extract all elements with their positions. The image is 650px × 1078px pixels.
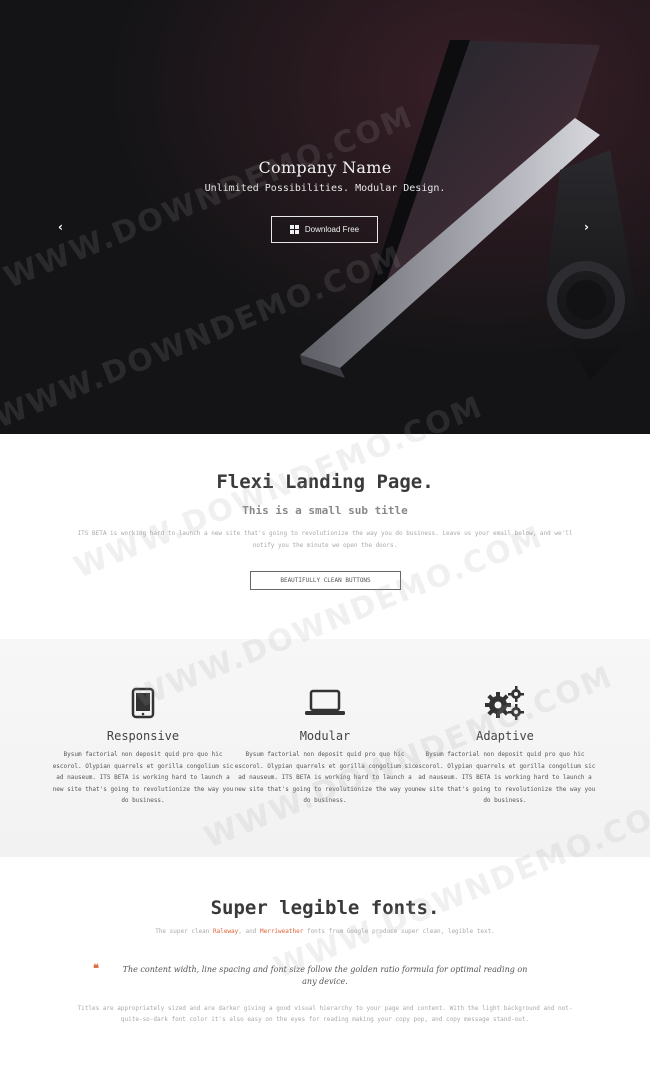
feature-adaptive: Adaptive Bysum factorial non deposit qui… (410, 685, 600, 807)
feature-title: Responsive (106, 729, 180, 743)
gears-icon (410, 685, 600, 721)
hero-subtitle: Unlimited Possibilities. Modular Design. (204, 183, 446, 194)
feature-body: Bysum factorial non deposit quid pro quo… (52, 751, 234, 804)
tablet-icon (48, 685, 238, 721)
hero-title: Company Name (258, 158, 392, 177)
feature-body: Bysum factorial non deposit quid pro quo… (414, 751, 596, 804)
fonts-section-title: Super legible fonts. (210, 897, 440, 919)
merriweather-link[interactable]: Merriweather (260, 928, 303, 935)
fonts-section-subtitle: The super clean Raleway, and Merriweathe… (0, 928, 650, 935)
feature-modular: Modular Bysum factorial non deposit quid… (230, 685, 420, 807)
beautifully-clean-button[interactable]: BEAUTIFULLY CLEAN BUTTONS (250, 571, 401, 590)
fonts-section-body: Titles are appropriately sized and are d… (77, 1005, 573, 1023)
hero-slider: Company Name Unlimited Possibilities. Mo… (0, 0, 650, 434)
golden-ratio-quote: The content width, line spacing and font… (122, 965, 528, 986)
slider-next-arrow[interactable]: › (584, 220, 589, 234)
features-section: Responsive Bysum factorial non deposit q… (0, 639, 650, 857)
quote-icon: ❝ (93, 962, 99, 975)
raleway-link[interactable]: Raleway (213, 928, 238, 935)
slider-prev-arrow[interactable]: ‹ (58, 220, 63, 234)
windows-icon (289, 225, 299, 234)
intro-title: Flexi Landing Page. (216, 471, 434, 493)
feature-title: Adaptive (476, 729, 534, 743)
feature-title: Modular (299, 729, 351, 743)
intro-body-text: ITS BETA is working hard to launch a new… (77, 530, 573, 549)
download-free-button[interactable]: Download Free (271, 216, 378, 243)
fonts-sub-prefix: The super clean (155, 928, 213, 935)
fonts-sub-suffix: fonts from Google produce super clean, l… (303, 928, 495, 935)
download-free-label: Download Free (304, 225, 360, 234)
laptop-icon (230, 685, 420, 721)
feature-body: Bysum factorial non deposit quid pro quo… (234, 751, 416, 804)
feature-responsive: Responsive Bysum factorial non deposit q… (48, 685, 238, 807)
fonts-sub-middle: , and (238, 928, 260, 935)
intro-subtitle: This is a small sub title (242, 504, 408, 517)
